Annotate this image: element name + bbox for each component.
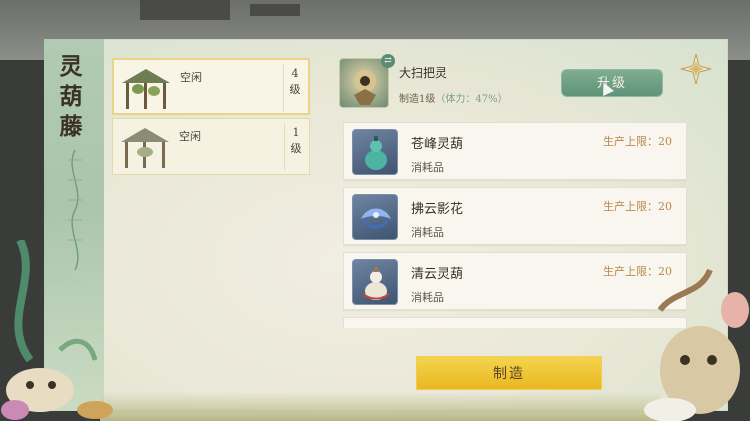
limit-value: 20	[658, 135, 672, 148]
limit-label: 生产上限：	[603, 135, 658, 148]
list-item[interactable]: 拂云影花 消耗品 生产上限：20	[343, 187, 687, 245]
grass-decoration	[100, 392, 660, 421]
spirit-status: 制造1级（体力：47%）	[399, 90, 508, 105]
building-state: 空闲	[180, 71, 202, 84]
building-state: 空闲	[179, 130, 201, 143]
pavilion-icon	[121, 128, 169, 168]
spirit-name: 大扫把灵	[399, 66, 448, 80]
divider	[283, 64, 284, 112]
swap-arrows-icon[interactable]: ⇄	[381, 54, 395, 68]
building-slot-2[interactable]: 空闲 1 级	[112, 118, 310, 175]
make-button[interactable]: 制造	[416, 356, 602, 390]
close-star-icon[interactable]	[679, 52, 713, 86]
plant-spirit-icon	[1, 240, 113, 420]
item-name: 拂云影花	[411, 202, 464, 217]
item-type: 消耗品	[411, 161, 444, 174]
blue-flower-icon	[352, 194, 398, 240]
item-limit: 生产上限：20	[603, 198, 672, 214]
list-item[interactable]: 苍峰灵葫 消耗品 生产上限：20	[343, 122, 687, 180]
title-char: 灵	[59, 53, 83, 80]
craft-level: 制造1级	[399, 94, 436, 105]
page-title: 灵 葫 藤	[54, 52, 88, 142]
building-slot-1[interactable]: 空闲 4 级	[112, 58, 310, 115]
title-char: 藤	[59, 113, 83, 140]
pavilion-icon	[122, 69, 170, 109]
item-type: 消耗品	[411, 226, 444, 239]
spirit-avatar[interactable]	[339, 58, 389, 108]
upgrade-button[interactable]: 升级	[561, 69, 663, 97]
jade-gourd-icon	[352, 129, 398, 175]
scene-roof-tile	[140, 0, 230, 20]
list-item[interactable]: 清云灵葫 消耗品 生产上限：20	[343, 252, 687, 310]
building-level: 4 级	[289, 67, 301, 96]
broom-spirit-icon	[354, 70, 376, 105]
stamina-text: （体力：47%）	[435, 94, 508, 105]
limit-label: 生产上限：	[603, 200, 658, 213]
item-name: 清云灵葫	[411, 267, 464, 282]
item-limit: 生产上限：20	[603, 133, 672, 149]
building-level: 1 级	[290, 126, 302, 155]
spirit-header: ⇄ 大扫把灵 制造1级（体力：47%） 升级	[337, 54, 675, 112]
title-char: 葫	[59, 83, 83, 110]
limit-value: 20	[658, 200, 672, 213]
scene-roof-tile	[250, 4, 300, 16]
list-item[interactable]	[343, 317, 687, 328]
item-name: 苍峰灵葫	[411, 137, 464, 152]
white-gourd-icon	[352, 259, 398, 305]
product-list[interactable]: 苍峰灵葫 消耗品 生产上限：20 拂云影花 消耗品 生产上限：20 清云灵葫 消…	[343, 122, 687, 328]
creature-decoration-icon	[644, 268, 749, 421]
divider	[284, 123, 285, 171]
item-type: 消耗品	[411, 291, 444, 304]
